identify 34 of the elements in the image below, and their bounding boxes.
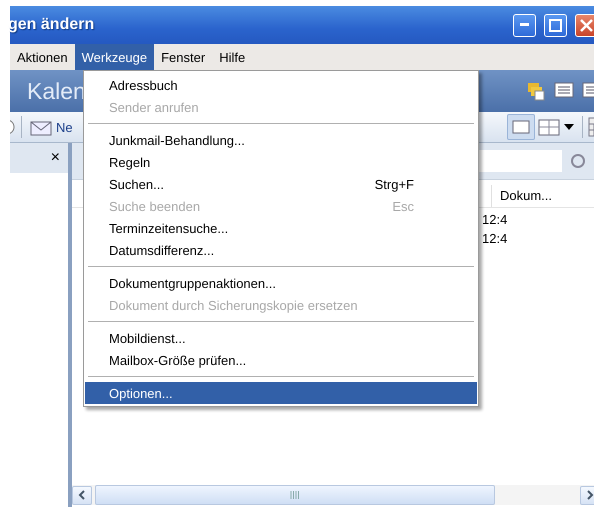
menu-item[interactable]: Dokumentgruppenaktionen... [85, 272, 477, 294]
new-button[interactable]: Ne [27, 114, 76, 140]
menu-title[interactable]: Hilfe [212, 44, 252, 70]
time-cell-text: 12:4 [482, 231, 508, 246]
menu-item[interactable]: Mailbox-Größe prüfen... [85, 349, 477, 371]
menu-item-label: Mobildienst... [109, 330, 186, 346]
menu-item-label: Adressbuch [109, 78, 178, 92]
close-pane-button[interactable]: × [50, 149, 68, 167]
menu-item[interactable]: Junkmail-Behandlung... [85, 129, 477, 151]
menu-item[interactable]: Adressbuch [85, 74, 477, 96]
menu-item[interactable]: Datumsdifferenz... [85, 239, 477, 261]
menu-item[interactable]: Suchen... Strg+F [85, 173, 477, 195]
menu-item-label: Optionen... [109, 386, 173, 400]
shortcut-label: Strg+F [374, 176, 414, 192]
menu-title[interactable]: Fenster [154, 44, 212, 70]
menu-item-label: Mailbox-Größe prüfen... [109, 352, 246, 368]
menu-item-label: Junkmail-Behandlung... [109, 132, 245, 148]
menu-title[interactable]: Werkzeuge [74, 44, 154, 70]
menu-item[interactable]: Mobildienst... [85, 327, 477, 349]
menu-item-label: Dokumentgruppenaktionen... [109, 276, 276, 290]
menu-item-label: Dokument durch Sicherungskopie ersetzen [109, 298, 358, 312]
time-cell-text: 12:4 [482, 212, 508, 227]
shortcut-label: Esc [392, 198, 414, 214]
menu-item-label: Suchen... [109, 176, 164, 192]
menu-title[interactable]: Aktionen [10, 44, 75, 70]
menu-item-label: Datumsdifferenz... [109, 242, 214, 258]
menu-item[interactable]: Regeln [85, 151, 477, 173]
menu-item-label: Suche beenden [109, 198, 200, 214]
column-header[interactable]: Dokum... [491, 185, 578, 207]
menu-item-label: Regeln [109, 154, 150, 170]
menu-item[interactable]: Optionen... [85, 382, 477, 404]
menu-item-label: Terminzeitensuche... [109, 220, 228, 236]
menu-item[interactable]: Terminzeitensuche... [85, 217, 477, 239]
menu-item-label: Sender anrufen [109, 100, 199, 114]
